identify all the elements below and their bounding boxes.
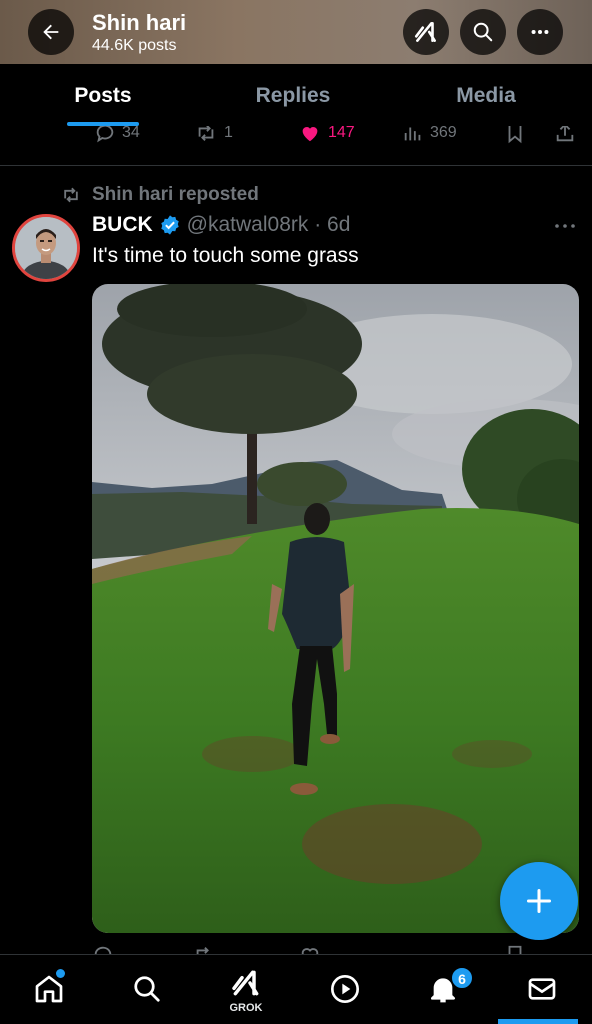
- landscape-photo: [92, 284, 579, 933]
- home-indicator: [498, 1019, 578, 1024]
- prev-post-actions: 34 1 147 369: [0, 126, 592, 166]
- more-options-button[interactable]: [517, 9, 563, 55]
- reply-icon: [96, 126, 114, 143]
- play-circle-icon: [331, 975, 359, 1003]
- views-action[interactable]: 369: [402, 126, 457, 144]
- nav-messages[interactable]: [524, 971, 560, 1007]
- more-dots-icon: [555, 224, 575, 228]
- bookmark-icon: [508, 126, 522, 144]
- search-button[interactable]: [460, 9, 506, 55]
- like-action[interactable]: 147: [298, 126, 355, 144]
- grok-label: GROK: [229, 1002, 263, 1014]
- bottom-navigation: GROK 6: [0, 954, 592, 1024]
- author-handle-time[interactable]: @katwal08rk · 6d: [187, 213, 351, 237]
- author-name[interactable]: BUCK: [92, 213, 153, 237]
- repost-count: 1: [224, 126, 233, 141]
- avatar-portrait: [15, 217, 77, 279]
- arrow-left-icon: [43, 24, 59, 40]
- post-media-image[interactable]: [92, 284, 579, 933]
- repost-icon: [64, 187, 78, 203]
- mail-icon: [528, 978, 556, 1000]
- bookmark-action[interactable]: [504, 126, 526, 144]
- views-count: 369: [430, 126, 457, 141]
- compose-post-button[interactable]: [500, 862, 578, 940]
- nav-grok[interactable]: [228, 965, 264, 1001]
- reply-count: 34: [122, 126, 140, 141]
- search-icon: [134, 976, 160, 1002]
- tab-replies[interactable]: Replies: [240, 84, 346, 108]
- grok-button[interactable]: [403, 9, 449, 55]
- tab-posts[interactable]: Posts: [68, 84, 138, 108]
- grok-icon: [232, 970, 259, 996]
- profile-tabs: Posts Replies Media: [0, 64, 592, 126]
- author-avatar[interactable]: [12, 214, 80, 282]
- repost-indicator: Shin hari reposted: [60, 184, 259, 206]
- tab-media[interactable]: Media: [438, 84, 534, 108]
- profile-name: Shin hari: [92, 10, 187, 35]
- like-count: 147: [328, 126, 355, 141]
- home-unread-dot: [56, 969, 65, 978]
- nav-video[interactable]: [327, 971, 363, 1007]
- grok-icon: [414, 22, 436, 42]
- repost-action[interactable]: 1: [194, 126, 233, 144]
- nav-search[interactable]: [129, 971, 165, 1007]
- repost-label[interactable]: Shin hari reposted: [92, 184, 259, 206]
- verified-badge-icon: [160, 215, 179, 235]
- views-bar-icon: [404, 127, 421, 141]
- post-more-button[interactable]: [553, 216, 577, 241]
- share-action[interactable]: [554, 126, 576, 144]
- back-button[interactable]: [28, 9, 74, 55]
- reply-action[interactable]: 34: [94, 126, 140, 144]
- more-dots-icon: [531, 29, 549, 35]
- heart-filled-icon: [302, 127, 318, 142]
- share-icon: [556, 126, 574, 142]
- search-icon: [473, 22, 493, 42]
- notification-count-badge: 6: [451, 967, 473, 989]
- post-text: It's time to touch some grass: [92, 244, 359, 267]
- post-author-row: BUCK @katwal08rk · 6d: [92, 213, 350, 237]
- repost-icon: [198, 126, 214, 141]
- plus-icon: [526, 888, 552, 914]
- post-count: 44.6K posts: [92, 37, 177, 54]
- profile-header: Shin hari 44.6K posts: [0, 0, 592, 64]
